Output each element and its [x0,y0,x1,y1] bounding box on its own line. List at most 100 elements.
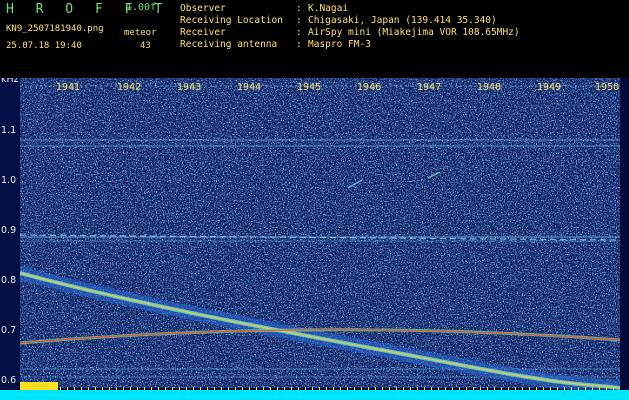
power-bar-peak [20,382,58,390]
time-marker: 1945 [297,82,322,93]
power-bar-tick [179,387,180,390]
power-bar-tick [361,387,362,390]
info-key: Observer [180,3,226,14]
power-bar-tick [536,387,537,390]
power-bar-tick [305,387,306,390]
power-bar-tick [263,387,264,390]
power-bar-tick [347,387,348,390]
power-bar-tick [550,387,551,390]
power-bar-tick [298,387,299,390]
power-bar-tick [424,387,425,390]
time-marker: 1946 [357,82,382,93]
power-bar-tick [319,387,320,390]
info-key: Receiver [180,27,226,38]
filename-label: KN9_2507181940.png [6,24,104,34]
info-value: AirSpy mini (Miakejima VOR 108.65MHz) [308,27,520,38]
power-bar-tick [74,387,75,390]
power-bar-tick [529,387,530,390]
meteor-label: meteor [124,28,157,38]
power-bar-tick [592,387,593,390]
power-bar-tick [81,387,82,390]
time-marker: 1947 [417,82,442,93]
power-bar-tick [284,387,285,390]
power-bar-tick [396,387,397,390]
power-bar-tick [459,387,460,390]
y-axis-unit: kHz [1,78,19,85]
power-bar-tick [578,387,579,390]
power-bar-tick [137,387,138,390]
time-marker: 1950 [595,82,620,93]
power-bar-tick [368,387,369,390]
time-marker: 1949 [537,82,562,93]
spectrogram-panel: kHz 1.1 1.0 0.9 0.8 0.7 0.6 1941 1942 19… [0,78,629,400]
datetime-label: 25.07.18 19:40 [6,41,82,51]
time-marker: 1941 [56,82,81,93]
power-bar-tick [410,387,411,390]
power-bar-tick [88,387,89,390]
power-bar-tick [403,387,404,390]
power-bar-tick [207,387,208,390]
y-tick-label: 0.7 [1,325,17,336]
power-bar-tick [158,387,159,390]
power-bar-tick [60,387,61,390]
power-bar-tick [557,387,558,390]
power-bar-tick [564,387,565,390]
power-bar-tick [109,387,110,390]
power-bar-tick [613,387,614,390]
power-bar-tick [354,387,355,390]
power-bar-tick [221,387,222,390]
power-bar-tick [312,387,313,390]
power-bar-tick [326,387,327,390]
power-bar-tick [473,387,474,390]
power-bar-tick [228,387,229,390]
power-bar-tick [389,387,390,390]
power-bar-tick [333,387,334,390]
info-row-observer: Observer: K.Nagai [180,3,349,14]
y-tick-label: 1.1 [1,125,17,136]
power-bar-tick [151,387,152,390]
power-bar-tick [95,387,96,390]
power-bar-tick [417,387,418,390]
power-bar-tick [375,387,376,390]
power-bar-tick [256,387,257,390]
spectrogram [0,78,629,400]
power-bar-tick [172,387,173,390]
time-marker: 1943 [177,82,202,93]
power-bar-tick [116,387,117,390]
power-bar-tick [543,387,544,390]
power-bar-tick [606,387,607,390]
meteor-count: 43 [140,41,151,51]
power-bar-tick [585,387,586,390]
power-bar-tick [431,387,432,390]
power-bar-tick [144,387,145,390]
power-bar-tick [200,387,201,390]
power-bar [0,390,629,400]
y-tick-label: 1.0 [1,175,17,186]
power-bar-tick [186,387,187,390]
power-bar-tick [487,387,488,390]
power-bar-tick [277,387,278,390]
power-bar-tick [249,387,250,390]
info-value: Chigasaki, Japan (139.414 35.340) [308,15,497,26]
power-bar-tick [165,387,166,390]
power-bar-tick [382,387,383,390]
info-key: Receiving Location [180,15,283,26]
power-bar-tick [67,387,68,390]
power-bar-tick [515,387,516,390]
power-bar-tick [438,387,439,390]
y-tick-label: 0.6 [1,375,17,386]
info-value: Maspro FM-3 [308,39,371,50]
power-bar-tick [466,387,467,390]
power-bar-tick [242,387,243,390]
time-marker: 1944 [237,82,262,93]
power-bar-tick [123,387,124,390]
power-bar-tick [480,387,481,390]
time-marker: 1948 [477,82,502,93]
header-panel: H R O F F T 1.00f KN9_2507181940.png 25.… [0,0,629,78]
power-bar-tick [501,387,502,390]
power-bar-tick [214,387,215,390]
info-row-antenna: Receiving antenna: Maspro FM-3 [180,39,371,50]
power-bar-tick [291,387,292,390]
power-bar-tick [235,387,236,390]
time-marker: 1942 [117,82,142,93]
